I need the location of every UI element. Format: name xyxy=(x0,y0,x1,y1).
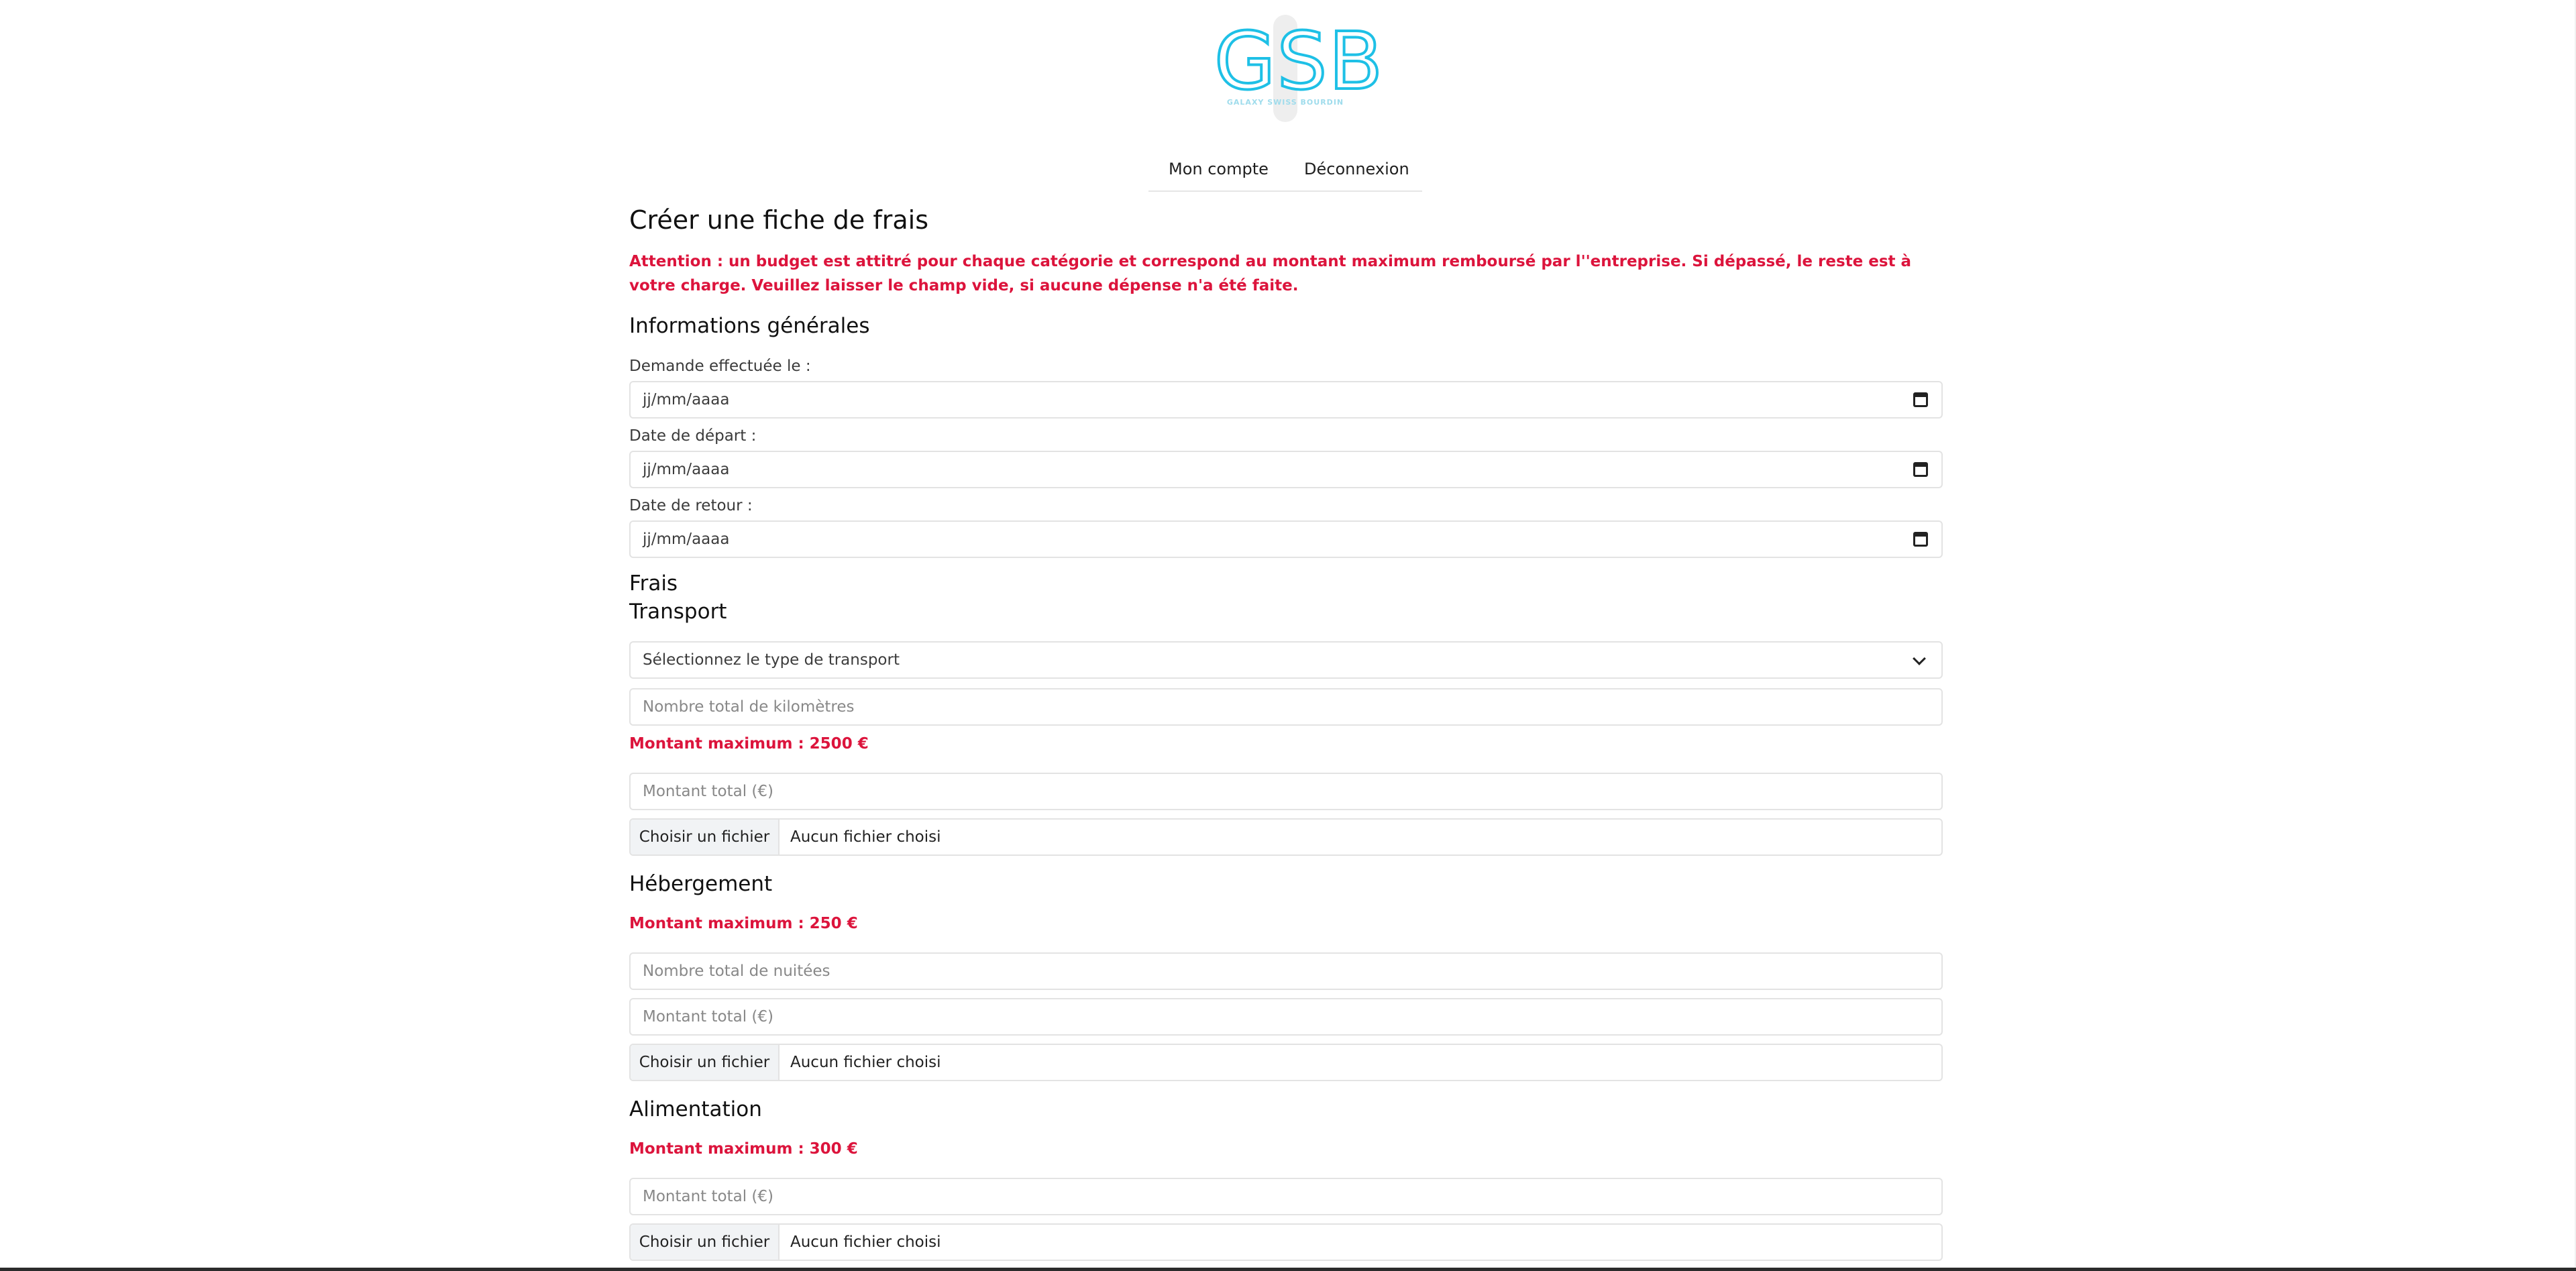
site-header: GSB GALAXY SWISS BOURDIN Mon compte Déco… xyxy=(0,0,2575,201)
transport-heading: Transport xyxy=(629,600,727,624)
page: GSB GALAXY SWISS BOURDIN Mon compte Déco… xyxy=(0,0,2575,1271)
transport-type-value: Sélectionnez le type de transport xyxy=(643,651,900,669)
food-amount-input[interactable]: Montant total (€) xyxy=(629,1178,1943,1215)
return-date-label: Date de retour : xyxy=(629,497,753,514)
departure-date-value: jj/mm/aaaa xyxy=(643,461,730,478)
food-amount-placeholder: Montant total (€) xyxy=(643,1188,773,1205)
lodging-file-button[interactable]: Choisir un fichier xyxy=(631,1045,780,1080)
return-date-input[interactable]: jj/mm/aaaa xyxy=(629,520,1943,558)
kilometers-placeholder: Nombre total de kilomètres xyxy=(643,698,855,716)
fees-heading: Frais xyxy=(629,571,678,596)
lodging-max-amount: Montant maximum : 250 € xyxy=(629,915,858,932)
budget-warning: Attention : un budget est attitré pour c… xyxy=(629,253,1912,294)
return-date-value: jj/mm/aaaa xyxy=(643,531,730,548)
calendar-icon[interactable] xyxy=(1913,392,1928,407)
kilometers-input[interactable]: Nombre total de kilomètres xyxy=(629,688,1943,726)
food-file-status: Aucun fichier choisi xyxy=(790,1233,941,1251)
food-heading: Alimentation xyxy=(629,1097,762,1121)
chevron-down-icon xyxy=(1913,652,1926,665)
gsb-logo[interactable]: GSB GALAXY SWISS BOURDIN xyxy=(1213,12,1385,125)
request-date-label: Demande effectuée le : xyxy=(629,357,811,375)
departure-date-input[interactable]: jj/mm/aaaa xyxy=(629,451,1943,488)
lodging-amount-input[interactable]: Montant total (€) xyxy=(629,998,1943,1036)
page-title: Créer une fiche de frais xyxy=(629,205,928,235)
food-max-amount: Montant maximum : 300 € xyxy=(629,1140,858,1158)
transport-max-amount: Montant maximum : 2500 € xyxy=(629,735,869,753)
transport-file-button[interactable]: Choisir un fichier xyxy=(631,820,780,854)
logo-letters: GSB xyxy=(1213,15,1385,107)
transport-file-status: Aucun fichier choisi xyxy=(790,828,941,846)
transport-file-input[interactable]: Choisir un fichier Aucun fichier choisi xyxy=(629,818,1943,856)
main-nav: Mon compte Déconnexion xyxy=(1148,149,1422,192)
lodging-amount-placeholder: Montant total (€) xyxy=(643,1008,773,1026)
viewport-bottom-edge xyxy=(0,1268,2576,1271)
nav-my-account-link[interactable]: Mon compte xyxy=(1169,149,1269,189)
transport-amount-placeholder: Montant total (€) xyxy=(643,783,773,800)
request-date-value: jj/mm/aaaa xyxy=(643,391,730,408)
lodging-file-status: Aucun fichier choisi xyxy=(790,1054,941,1071)
lodging-file-input[interactable]: Choisir un fichier Aucun fichier choisi xyxy=(629,1044,1943,1081)
nav-logout-link[interactable]: Déconnexion xyxy=(1304,149,1409,189)
calendar-icon[interactable] xyxy=(1913,532,1928,547)
transport-amount-input[interactable]: Montant total (€) xyxy=(629,773,1943,810)
general-info-heading: Informations générales xyxy=(629,314,870,338)
nights-placeholder: Nombre total de nuitées xyxy=(643,962,830,980)
departure-date-label: Date de départ : xyxy=(629,427,757,445)
food-file-button[interactable]: Choisir un fichier xyxy=(631,1225,780,1260)
calendar-icon[interactable] xyxy=(1913,462,1928,477)
food-file-input[interactable]: Choisir un fichier Aucun fichier choisi xyxy=(629,1223,1943,1261)
transport-type-select[interactable]: Sélectionnez le type de transport xyxy=(629,641,1943,679)
request-date-input[interactable]: jj/mm/aaaa xyxy=(629,381,1943,419)
lodging-heading: Hébergement xyxy=(629,872,773,896)
nights-input[interactable]: Nombre total de nuitées xyxy=(629,952,1943,990)
logo-subtitle: GALAXY SWISS BOURDIN xyxy=(1226,98,1344,107)
